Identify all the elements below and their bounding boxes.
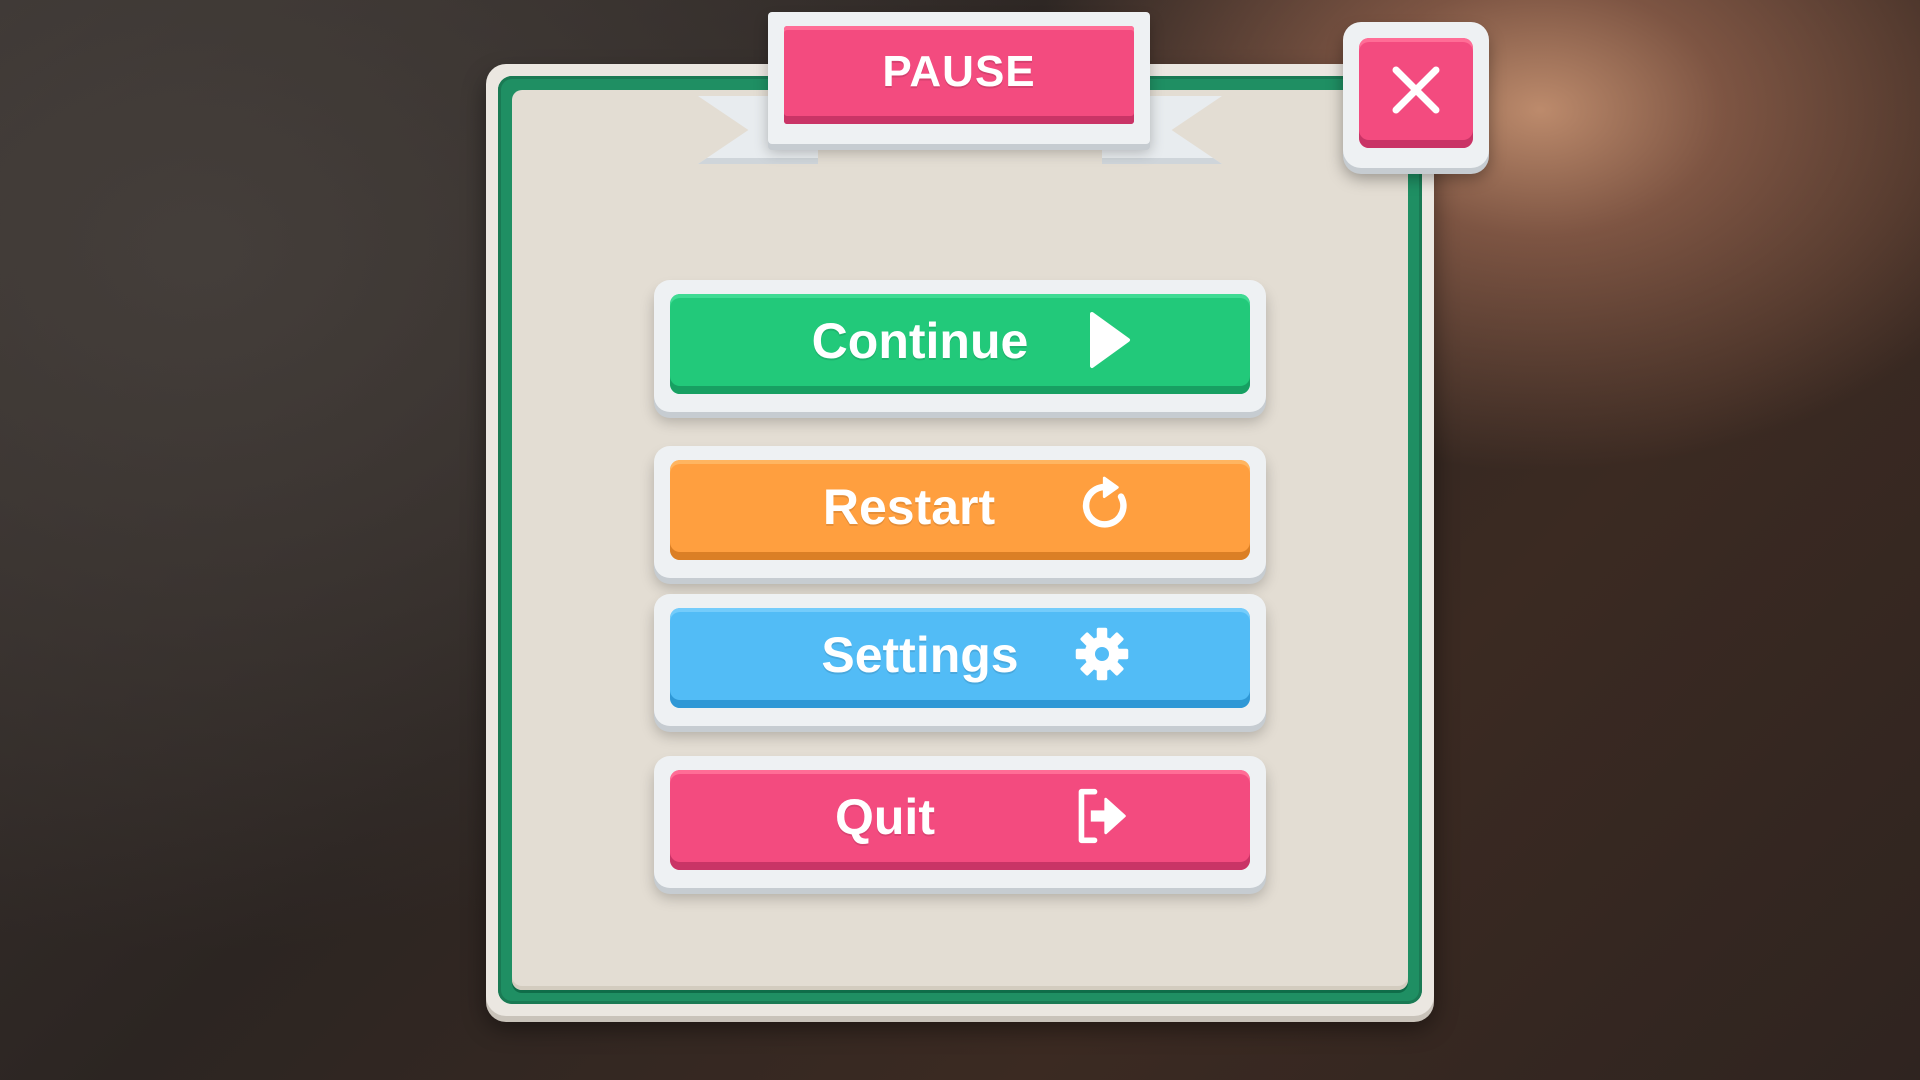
continue-button-frame: Continue	[654, 280, 1266, 412]
quit-label: Quit	[835, 789, 935, 845]
dialog-title: PAUSE	[882, 47, 1036, 96]
continue-label: Continue	[811, 313, 1029, 369]
settings-button-frame: Settings	[654, 594, 1266, 726]
close-icon	[1392, 66, 1440, 114]
play-icon	[1082, 308, 1138, 372]
close-button-frame	[1343, 22, 1489, 168]
restart-icon	[1080, 474, 1136, 538]
exit-icon	[1074, 784, 1130, 848]
gear-icon	[1074, 622, 1130, 686]
settings-button[interactable]: Settings	[670, 608, 1250, 708]
settings-label: Settings	[821, 627, 1019, 683]
close-button[interactable]	[1359, 38, 1473, 148]
restart-label: Restart	[822, 479, 996, 535]
quit-button-frame: Quit	[654, 756, 1266, 888]
restart-button-frame: Restart	[654, 446, 1266, 578]
restart-button[interactable]: Restart	[670, 460, 1250, 560]
quit-button[interactable]: Quit	[670, 770, 1250, 870]
title-banner: PAUSE	[768, 12, 1150, 144]
continue-button[interactable]: Continue	[670, 294, 1250, 394]
title-plate: PAUSE	[784, 26, 1134, 124]
